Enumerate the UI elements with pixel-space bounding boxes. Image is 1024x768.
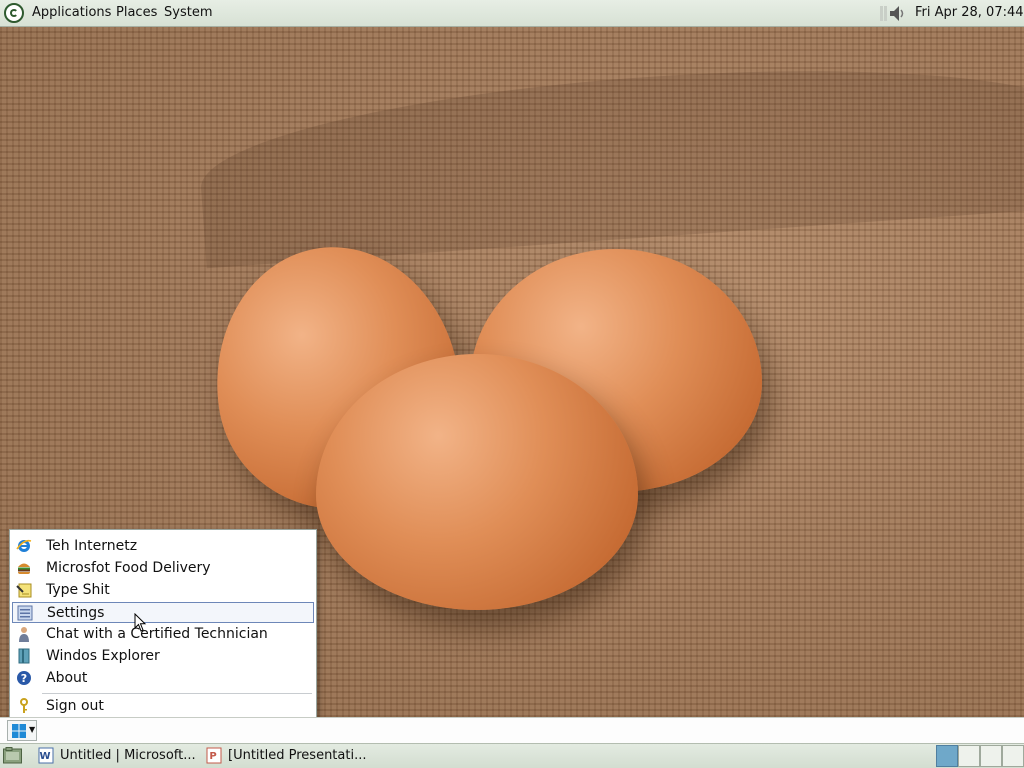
windows-logo-icon — [12, 724, 26, 738]
workspace-3[interactable] — [980, 745, 1002, 767]
bottom-panel: W Untitled | Microsoft... P [Untitled Pr… — [0, 743, 1024, 768]
menu-item-about[interactable]: ? About — [12, 668, 314, 689]
burger-icon — [18, 563, 30, 574]
burlap-fold — [195, 45, 1024, 269]
svg-text:W: W — [39, 751, 50, 762]
svg-text:?: ? — [21, 672, 27, 685]
explorer-icon — [18, 648, 30, 664]
start-dropdown-arrow-icon: ▼ — [29, 725, 36, 734]
top-panel: Applications Places System Fri Apr 28, 0… — [0, 0, 1024, 27]
internet-explorer-icon — [16, 539, 32, 552]
menu-item-label: Chat with a Certified Technician — [46, 626, 268, 642]
menu-item-label: About — [46, 670, 88, 686]
menu-item-label: Settings — [47, 605, 105, 621]
clock[interactable]: Fri Apr 28, 07:44 — [915, 5, 1024, 20]
start-bar: ▼ — [0, 717, 1024, 743]
menu-item-type-shit[interactable]: Type Shit — [12, 580, 314, 601]
menu-item-sign-out[interactable]: Sign out — [12, 696, 314, 717]
start-menu: Teh Internetz Microsfot Food Delivery Ty… — [9, 529, 317, 718]
menu-separator — [42, 693, 312, 694]
presentation-icon: P — [206, 747, 222, 764]
settings-icon — [17, 605, 33, 621]
taskbar-item-label: [Untitled Presentati... — [228, 748, 367, 763]
taskbar-item-label: Untitled | Microsoft... — [60, 748, 196, 763]
menu-item-teh-internetz[interactable]: Teh Internetz — [12, 536, 314, 557]
notepad-icon — [16, 583, 32, 598]
places-menu[interactable]: Places — [116, 5, 157, 20]
technician-icon — [19, 627, 29, 642]
key-icon — [20, 698, 28, 713]
menu-item-chat-technician[interactable]: Chat with a Certified Technician — [12, 624, 314, 645]
help-icon: ? — [17, 671, 31, 685]
mouse-cursor-icon — [134, 613, 147, 632]
menu-item-label: Teh Internetz — [46, 538, 138, 554]
workspace-2[interactable] — [958, 745, 980, 767]
menu-item-windos-explorer[interactable]: Windos Explorer — [12, 646, 314, 667]
workspace-1[interactable] — [936, 745, 958, 767]
taskbar-item-word[interactable]: W Untitled | Microsoft... — [36, 745, 198, 767]
word-icon: W — [38, 747, 54, 764]
menu-item-label: Microsfot Food Delivery — [46, 560, 211, 576]
svg-text:P: P — [209, 751, 216, 762]
volume-icon[interactable] — [880, 4, 906, 23]
distro-logo-icon[interactable] — [4, 3, 24, 23]
menu-item-settings[interactable]: Settings — [12, 602, 314, 623]
taskbar-item-presentation[interactable]: P [Untitled Presentati... — [204, 745, 369, 767]
menu-item-label: Windos Explorer — [46, 648, 160, 664]
system-menu[interactable]: System — [164, 5, 212, 20]
menu-item-label: Sign out — [46, 698, 104, 714]
menu-item-food-delivery[interactable]: Microsfot Food Delivery — [12, 558, 314, 579]
start-button[interactable]: ▼ — [7, 720, 37, 741]
menu-item-label: Type Shit — [46, 582, 110, 598]
workspace-4[interactable] — [1002, 745, 1024, 767]
applications-menu[interactable]: Applications — [32, 5, 111, 20]
show-desktop-icon[interactable] — [3, 747, 22, 764]
